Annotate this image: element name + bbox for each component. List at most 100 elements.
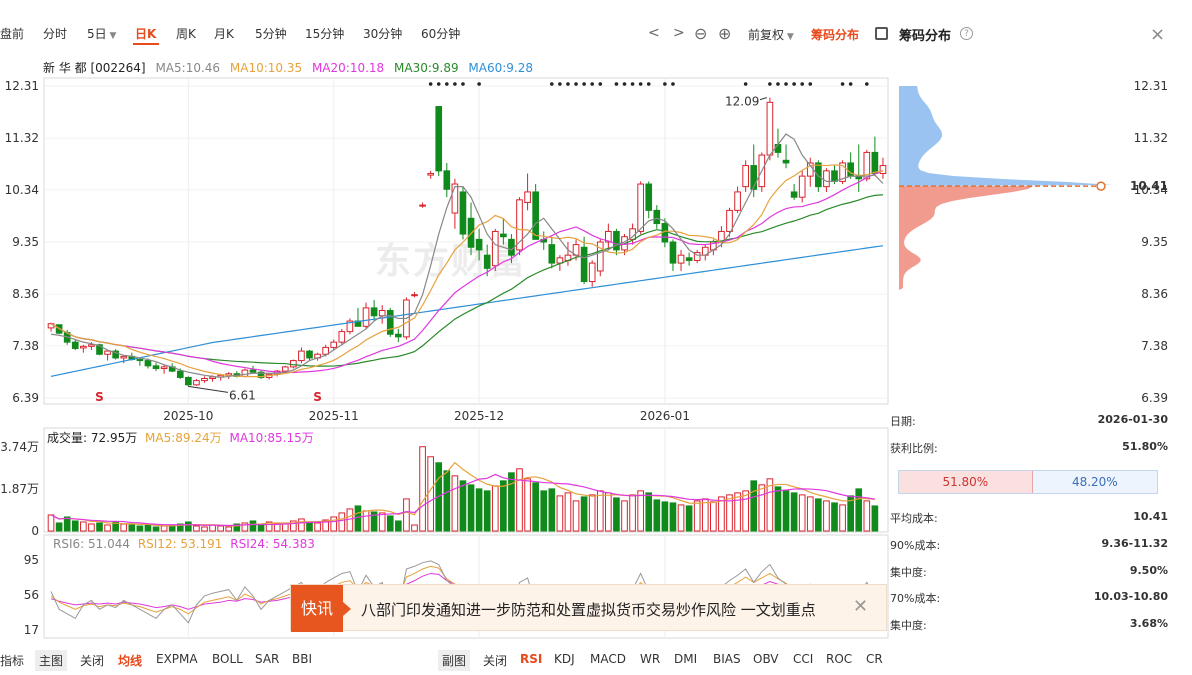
sub-close-tab[interactable]: 关闭 [483,652,507,669]
event-marker [428,82,433,86]
roc-tab[interactable]: ROC [826,652,852,666]
expma-tab[interactable]: EXPMA [156,652,198,666]
sar-tab[interactable]: SAR [255,652,279,666]
event-marker [550,82,554,86]
bbi-tab[interactable]: BBI [292,652,312,666]
volume-bar [298,518,305,532]
volume-bar [823,500,830,532]
chip-price-tick-label: 11.32 [1134,131,1168,145]
chip-price-tick-label: 9.35 [1141,235,1168,249]
candle-body [144,360,152,367]
chip-profit-area [899,86,1113,187]
candle-body [798,175,806,198]
high-pointer [759,97,768,101]
event-marker [792,82,796,86]
volume-bar [532,482,539,532]
volume-bar [839,504,846,532]
volume-bar [395,520,402,532]
candle-body [80,345,87,349]
candle-body [588,262,596,283]
volume-bar [104,524,111,532]
volume-bar [120,523,128,532]
rsi-tab[interactable]: RSI [520,652,542,666]
candle-body [427,172,434,176]
sell-signal-marker: S [313,390,322,404]
loss-bar-fill: 48.20% [1032,471,1157,493]
wr-tab[interactable]: WR [640,652,660,666]
volume-bar [55,522,63,532]
volume-bar [806,496,814,532]
ma-tab[interactable]: 均线 [118,652,142,669]
volume-tick-label: 0 [31,524,39,538]
event-marker [743,82,748,86]
obv-tab[interactable]: OBV [753,652,779,666]
event-marker [574,82,578,86]
main-close-tab[interactable]: 关闭 [80,652,104,669]
candle-body [104,350,111,355]
profit-ratio-bar: 51.80% 48.20% [898,470,1158,494]
candle-body [685,257,693,261]
volume-bar [596,490,604,532]
sell-signal-marker: S [95,390,104,404]
volume-bar [459,480,467,532]
cci-tab[interactable]: CCI [793,652,813,666]
rsi24-value: RSI24: 54.383 [230,537,315,551]
x-tick-label: 2025-12 [454,409,504,423]
chip-loss-area [899,186,1034,290]
volume-bar [306,521,313,532]
candle-body [483,254,491,269]
news-headline[interactable]: 八部门印发通知进一步防范和处置虚拟货币交易炒作风险 一文划重点 [361,599,816,620]
candle-body [176,370,184,378]
low-pointer [188,385,229,393]
volume-bar [621,500,628,532]
price-tick-label: 10.34 [5,183,39,197]
volume-bar [831,502,838,532]
candle-body [879,165,887,174]
boll-tab[interactable]: BOLL [212,652,243,666]
event-marker [558,82,562,86]
event-marker [800,82,804,86]
volume-bar [685,505,693,532]
volume-bar [63,516,71,532]
rsi-tick-label: 95 [24,553,39,567]
volume-bar [88,523,95,532]
dmi-tab[interactable]: DMI [674,652,697,666]
volume-bar [483,490,491,532]
candle-body [241,369,249,377]
candle-body [378,310,386,317]
sub-chart-tab[interactable]: 副图 [438,650,471,671]
candle-body [338,331,346,343]
cr-tab[interactable]: CR [866,652,883,666]
candle-body [185,376,192,386]
news-flash-banner[interactable]: 快讯 八部门印发通知进一步防范和处置虚拟货币交易炒作风险 一文划重点 ✕ [290,584,887,632]
candle-body [370,307,378,317]
volume-bar [241,522,249,532]
volume-bar [71,520,79,532]
event-marker [566,82,570,86]
rsi6-value: RSI6: 51.044 [53,537,130,551]
event-marker [622,82,627,86]
macd-tab[interactable]: MACD [590,652,626,666]
volume-bar [798,494,806,532]
candle-body [386,310,394,335]
volume-bar [572,500,580,532]
volume-bar [677,504,685,532]
candle-body [491,230,499,267]
low-price-label: 6.61 [229,388,256,402]
bias-tab[interactable]: BIAS [713,652,741,666]
volume-bar [863,500,871,532]
volume-bar [645,492,653,532]
volume-tick-label: 41.87万 [0,482,39,496]
volume-bar [338,512,346,532]
candle-body [451,183,459,214]
candle-body [653,209,661,225]
volume-bar [330,516,338,532]
kdj-tab[interactable]: KDJ [554,652,575,666]
volume-bar [871,505,879,532]
news-close-icon[interactable]: ✕ [853,596,868,617]
candle-body [871,151,879,174]
candle-body [726,209,733,232]
main-chart-tab[interactable]: 主图 [35,650,68,671]
volume-bar [354,505,362,532]
candle-body [831,170,838,182]
